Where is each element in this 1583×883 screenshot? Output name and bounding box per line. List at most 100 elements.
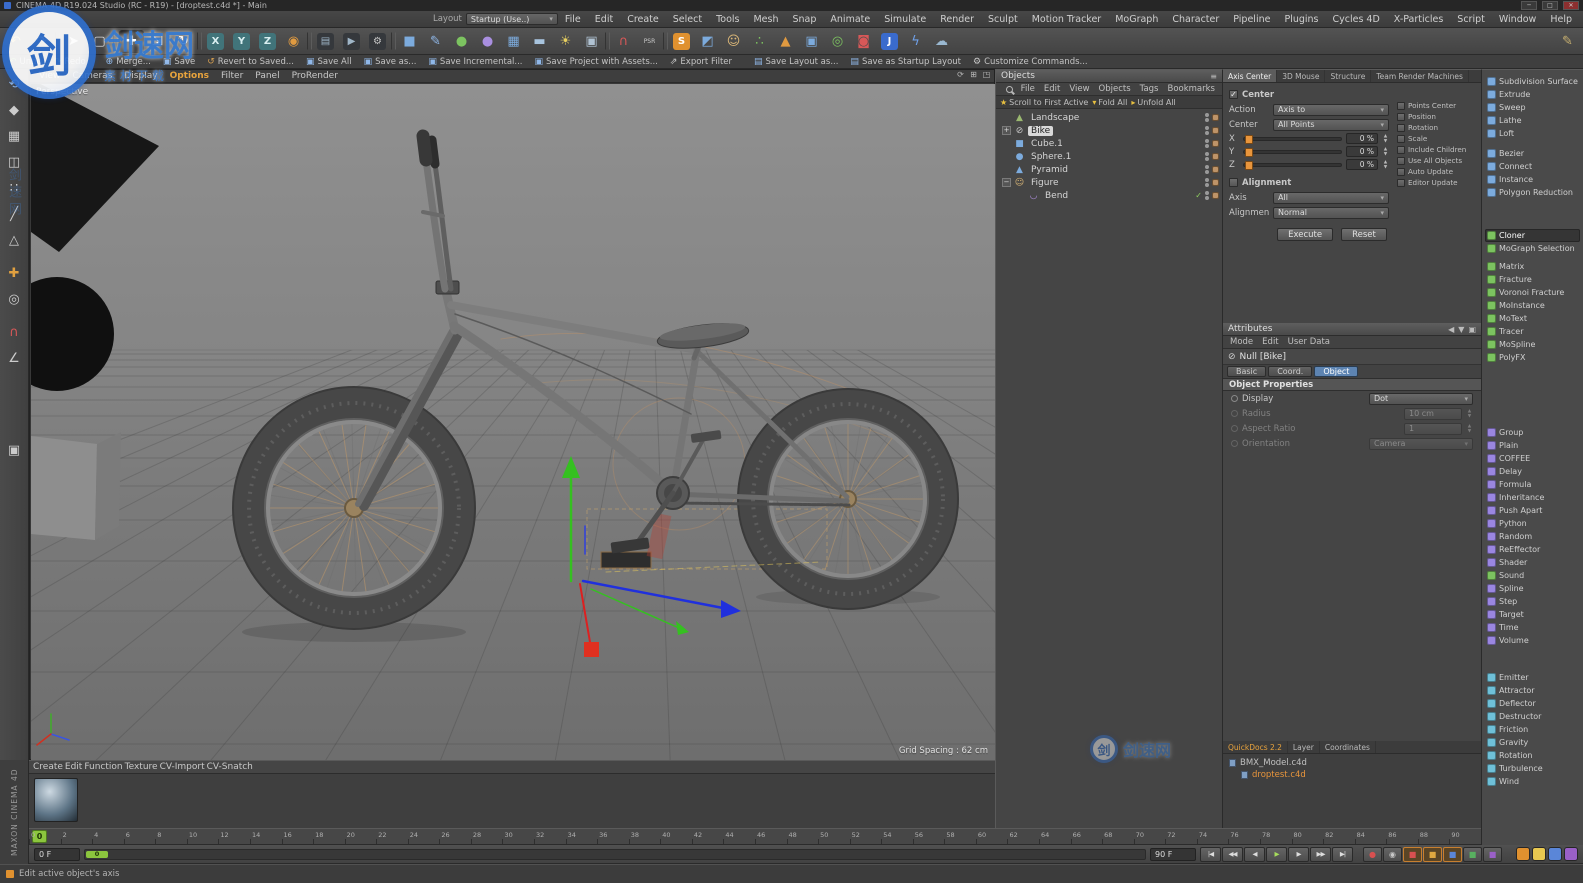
menu-item[interactable]: Help <box>1543 13 1579 26</box>
palette-item[interactable]: PolyFX <box>1485 351 1580 364</box>
palette-item[interactable]: Formula <box>1485 478 1580 491</box>
axis-slider[interactable] <box>1243 163 1342 167</box>
document-list-item[interactable]: BMX_Model.c4d <box>1229 757 1475 769</box>
sphere-object[interactable] <box>31 277 114 391</box>
subdivision-surface-icon[interactable]: ● <box>449 30 474 53</box>
file-toolbar-button[interactable]: ⚙ Customize Commands... <box>968 56 1093 68</box>
attr-back-icon[interactable]: ◀ <box>1448 325 1454 334</box>
x-axis-button[interactable]: X <box>203 30 228 53</box>
palette-item[interactable]: Target <box>1485 608 1580 621</box>
palette-item[interactable]: Fracture <box>1485 273 1580 286</box>
visibility-dots[interactable] <box>1205 165 1209 174</box>
snap-magnet-icon[interactable]: ∩ <box>611 30 636 53</box>
spinner[interactable]: ▲▼ <box>1466 424 1473 434</box>
object-tree-row[interactable]: ◡ Bend ✓ <box>996 189 1222 202</box>
objects-quickbar-button[interactable]: ★ Scroll to First Active <box>1000 98 1088 107</box>
polygons-mode-icon[interactable]: △ <box>2 228 26 252</box>
objects-menu-item[interactable]: Bookmarks <box>1164 84 1220 94</box>
search-icon[interactable] <box>1006 86 1013 93</box>
axis-option-checkbox[interactable]: Scale <box>1397 134 1477 143</box>
execute-button[interactable]: Execute <box>1277 228 1333 241</box>
palette-item[interactable]: Extrude <box>1485 88 1580 101</box>
goto-end-button[interactable]: ▶| <box>1332 847 1353 862</box>
texture-mode-icon[interactable]: ▦ <box>2 124 26 148</box>
redo-icon[interactable]: ↷ <box>29 30 54 53</box>
palette-item[interactable]: Step <box>1485 595 1580 608</box>
material-menu-item[interactable]: Function <box>84 762 122 772</box>
material-menu-item[interactable]: CV-Import <box>160 762 205 772</box>
palette-item[interactable]: Spline <box>1485 582 1580 595</box>
layout-dropdown[interactable]: Startup (Use..) <box>466 13 558 25</box>
palette-item[interactable]: Python <box>1485 517 1580 530</box>
cube-object[interactable] <box>31 432 121 540</box>
attributes-menu-item[interactable]: Edit <box>1258 337 1282 347</box>
object-label[interactable]: Bend <box>1042 191 1071 201</box>
floor-icon[interactable]: ▬ <box>527 30 552 53</box>
viewport-menu-item[interactable]: Panel <box>250 71 284 81</box>
file-toolbar-button[interactable]: ▣ Save as... <box>359 56 422 68</box>
menu-item[interactable]: MoGraph <box>1108 13 1165 26</box>
pyramid-object[interactable] <box>31 84 159 252</box>
attr-filter-icon[interactable]: ▼ <box>1458 325 1464 334</box>
menu-item[interactable]: Animate <box>823 13 877 26</box>
menu-item[interactable]: Create <box>620 13 666 26</box>
palette-item[interactable]: Bezier <box>1485 147 1580 160</box>
axis-option-checkbox[interactable]: Use All Objects <box>1397 156 1477 165</box>
object-tree-row[interactable]: + ⊘ Bike ✓ <box>996 124 1222 137</box>
attributes-menu-item[interactable]: User Data <box>1284 337 1334 347</box>
file-toolbar-button[interactable]: ↷ Redo <box>49 56 91 68</box>
palette-item[interactable]: ReEffector <box>1485 543 1580 556</box>
palette-item[interactable]: Group <box>1485 426 1580 439</box>
attribute-tab[interactable]: Basic <box>1227 366 1266 377</box>
viewport[interactable]: ⟳⊞◳ ViewCamerasDisplayOptionsFilterPanel… <box>29 69 995 760</box>
object-tree-row[interactable]: ▲ Pyramid ✓ <box>996 163 1222 176</box>
palette-item[interactable]: Voronoi Fracture <box>1485 286 1580 299</box>
xpresso-icon[interactable]: ▣ <box>799 30 824 53</box>
palette-item[interactable]: Friction <box>1485 723 1580 736</box>
light-icon[interactable]: ☀ <box>553 30 578 53</box>
viewport-sync-icon[interactable]: ⟳ <box>955 70 966 79</box>
metaball-icon[interactable]: ● <box>475 30 500 53</box>
axis-dropdown[interactable]: All <box>1273 192 1389 204</box>
palette-item[interactable]: MoText <box>1485 312 1580 325</box>
mograph-icon[interactable]: ∴ <box>747 30 772 53</box>
prev-key-button[interactable]: ◀◀ <box>1222 847 1243 862</box>
file-toolbar-button[interactable]: ▣ Save Project with Assets... <box>530 56 663 68</box>
edges-mode-icon[interactable]: ╱ <box>2 202 26 226</box>
menu-item[interactable]: Sculpt <box>981 13 1025 26</box>
alignment-checkbox[interactable] <box>1229 178 1238 187</box>
center-dropdown[interactable]: All Points <box>1273 119 1389 131</box>
objects-menu-item[interactable]: View <box>1065 84 1093 94</box>
viewport-menu-item[interactable]: View <box>34 71 65 81</box>
center-checkbox[interactable]: ✓ <box>1229 90 1238 99</box>
palette-item[interactable]: Lathe <box>1485 114 1580 127</box>
menu-item[interactable]: Snap <box>786 13 824 26</box>
workplane-mode-icon[interactable]: ◫ <box>2 150 26 174</box>
panel-menu-icon[interactable]: ≡ <box>1210 72 1217 81</box>
axis-option-checkbox[interactable]: Include Children <box>1397 145 1477 154</box>
frame-start-field[interactable]: 0 F <box>34 848 80 861</box>
palette-item[interactable]: Tracer <box>1485 325 1580 338</box>
menu-item[interactable]: Character <box>1165 13 1226 26</box>
tag-icon[interactable] <box>1212 192 1219 199</box>
panel-tab[interactable]: Structure <box>1325 70 1371 82</box>
customize-layout-icon[interactable]: ✎ <box>1555 30 1580 53</box>
tag-icon[interactable] <box>1212 179 1219 186</box>
document-list-item[interactable]: droptest.c4d <box>1229 769 1475 781</box>
axis-value-field[interactable]: 0 % <box>1346 159 1378 170</box>
bike-model[interactable] <box>233 136 958 642</box>
cloud-icon[interactable]: ☁ <box>929 30 954 53</box>
viewport-menu-item[interactable]: Cameras <box>67 71 117 81</box>
material-menu-item[interactable]: Edit <box>65 762 82 772</box>
palette-item[interactable]: Push Apart <box>1485 504 1580 517</box>
visibility-dots[interactable] <box>1205 178 1209 187</box>
menu-item[interactable]: Select <box>666 13 709 26</box>
palette-item[interactable]: MoGraph Selection <box>1485 242 1580 255</box>
action-dropdown[interactable]: Axis to <box>1273 104 1389 116</box>
menu-item[interactable]: File <box>558 13 588 26</box>
close-button[interactable]: ✕ <box>1563 1 1579 10</box>
axis-slider[interactable] <box>1243 137 1342 141</box>
object-tree-row[interactable]: ■ Cube.1 ✓ <box>996 137 1222 150</box>
menu-item[interactable]: X-Particles <box>1387 13 1451 26</box>
key-pla-button[interactable]: ■ <box>1483 847 1502 862</box>
